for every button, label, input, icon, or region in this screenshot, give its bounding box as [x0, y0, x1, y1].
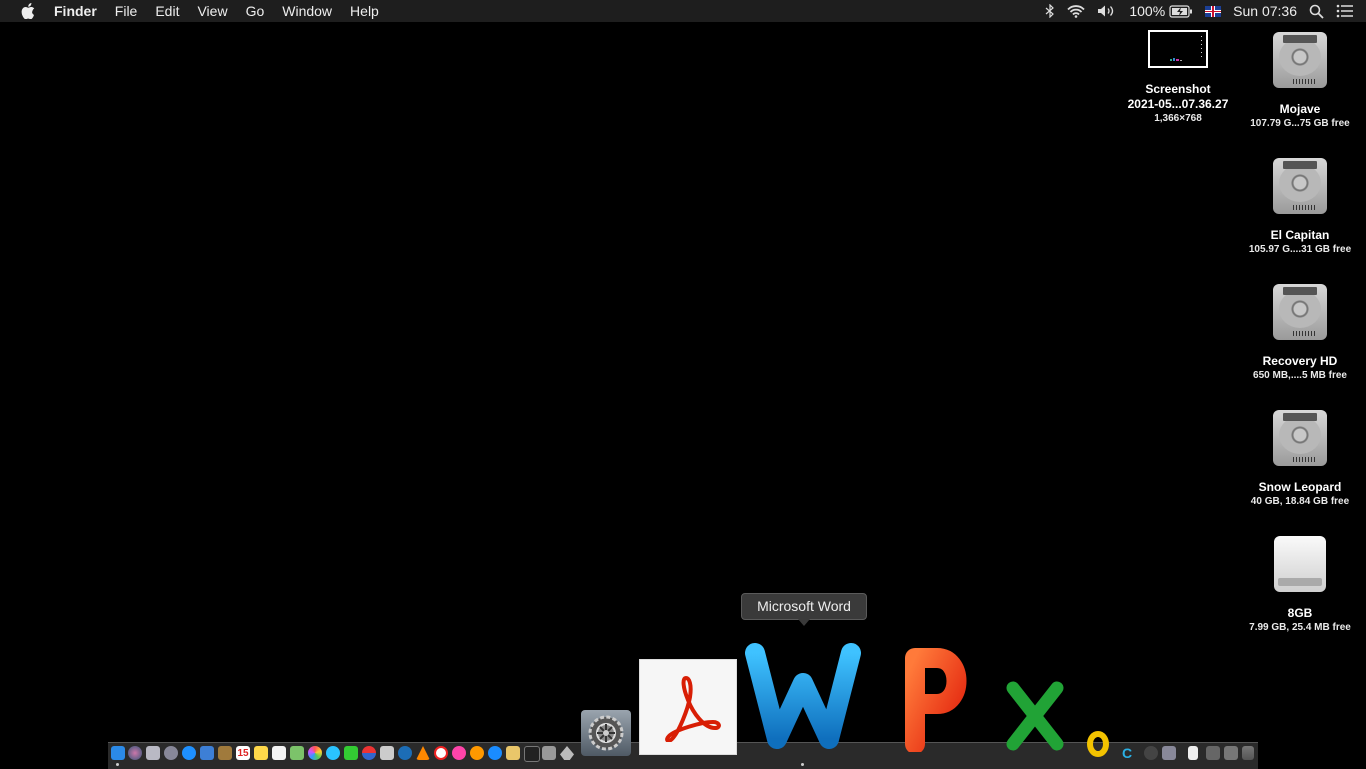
status-area: 100% Sun 07:36 — [1045, 0, 1366, 22]
apple-menu-icon[interactable] — [18, 0, 38, 22]
desktop-icon-label-line2: 2021-05...07.36.27 — [1127, 97, 1229, 111]
dock-tooltip: Microsoft Word — [741, 593, 867, 626]
desktop-icon-info: 650 MB,....5 MB free — [1253, 370, 1347, 381]
notification-center-icon[interactable] — [1336, 4, 1354, 18]
hard-drive-icon — [1273, 410, 1327, 466]
photo-booth-icon[interactable] — [362, 746, 376, 760]
mail-icon[interactable] — [200, 746, 214, 760]
desktop-icon-8gb[interactable]: 8GB 7.99 GB, 25.4 MB free — [1240, 536, 1360, 634]
finder-icon[interactable] — [111, 746, 125, 760]
microsoft-outlook-icon[interactable] — [1084, 730, 1112, 758]
archive-utility-icon[interactable] — [506, 746, 520, 760]
desktop-icon-snow-leopard[interactable]: Snow Leopard 40 GB, 18.84 GB free — [1240, 410, 1360, 508]
quicktime-icon[interactable] — [1144, 746, 1158, 760]
desktop-icon-info: 40 GB, 18.84 GB free — [1250, 496, 1350, 507]
hard-drive-icon — [1273, 158, 1327, 214]
system-preferences-icon[interactable] — [581, 710, 631, 756]
activity-monitor-icon[interactable] — [542, 746, 556, 760]
messages-icon[interactable] — [326, 746, 340, 760]
launchpad-rocket-icon[interactable] — [164, 746, 178, 760]
contacts-icon[interactable] — [218, 746, 232, 760]
document-icon[interactable] — [1188, 746, 1198, 760]
desktop-icon-info: 105.97 G....31 GB free — [1248, 244, 1352, 255]
c-app-icon[interactable]: C — [1120, 745, 1134, 761]
desktop-icon-label: Screenshot — [1145, 82, 1211, 96]
screenshot-stack-icon[interactable] — [1206, 746, 1220, 760]
input-source-flag-icon[interactable] — [1205, 5, 1222, 17]
desktop-icon-el-capitan[interactable]: El Capitan 105.97 G....31 GB free — [1240, 158, 1360, 256]
image-capture-icon[interactable] — [1162, 746, 1176, 760]
calendar-icon[interactable]: 15 — [236, 746, 250, 760]
imovie-icon[interactable] — [380, 746, 394, 760]
microsoft-powerpoint-icon[interactable] — [893, 646, 973, 752]
desktop-icon-label: El Capitan — [1270, 228, 1330, 242]
maps-icon[interactable] — [290, 746, 304, 760]
facetime-icon[interactable] — [344, 746, 358, 760]
desktop-icon-info: 1,366×768 — [1154, 113, 1202, 124]
screenshot-thumbnail-icon — [1148, 30, 1208, 68]
hard-drive-icon — [1273, 32, 1327, 88]
desktop-icon-label: Snow Leopard — [1258, 480, 1342, 494]
desktop-icon-mojave[interactable]: Mojave 107.79 G...75 GB free — [1240, 32, 1360, 130]
menu-view[interactable]: View — [188, 0, 236, 22]
photos-icon[interactable] — [308, 746, 322, 760]
menu-edit[interactable]: Edit — [146, 0, 188, 22]
reminders-icon[interactable] — [272, 746, 286, 760]
menu-window[interactable]: Window — [273, 0, 341, 22]
desktop-icon-info: 7.99 GB, 25.4 MB free — [1249, 622, 1351, 633]
menu-bar: Finder File Edit View Go Window Help 100… — [0, 0, 1366, 22]
microsoft-excel-icon[interactable] — [1003, 680, 1067, 752]
spotlight-search-icon[interactable] — [1309, 4, 1324, 19]
microsoft-word-icon[interactable] — [745, 643, 861, 749]
desktop-icon-label: Mojave — [1279, 102, 1321, 116]
wifi-icon[interactable] — [1067, 4, 1085, 18]
clock[interactable]: Sun 07:36 — [1233, 3, 1297, 19]
running-indicator — [116, 763, 119, 766]
adobe-acrobat-icon[interactable] — [639, 659, 737, 755]
running-indicator — [801, 763, 804, 766]
desktop-icon-recovery-hd[interactable]: Recovery HD 650 MB,....5 MB free — [1240, 284, 1360, 382]
notes-icon[interactable] — [254, 746, 268, 760]
desktop-icon-info: 107.79 G...75 GB free — [1250, 118, 1350, 129]
battery-icon[interactable] — [1169, 4, 1193, 18]
blocker-icon[interactable] — [434, 746, 448, 760]
itunes-icon[interactable] — [452, 746, 466, 760]
desktop-icon-screenshot[interactable]: Screenshot 2021-05...07.36.27 1,366×768 — [1118, 30, 1238, 125]
volume-icon[interactable] — [1097, 4, 1117, 18]
menu-finder[interactable]: Finder — [45, 0, 106, 22]
siri-icon[interactable] — [128, 746, 142, 760]
menu-go[interactable]: Go — [237, 0, 274, 22]
bluetooth-icon[interactable] — [1045, 4, 1055, 18]
desktop-icon-label: 8GB — [1287, 606, 1313, 620]
books-icon[interactable] — [470, 746, 484, 760]
battery-percent: 100% — [1129, 3, 1166, 19]
hard-drive-icon — [1273, 284, 1327, 340]
edge-browser-icon[interactable] — [398, 746, 412, 760]
downloads-stack-icon[interactable] — [1224, 746, 1238, 760]
external-drive-icon — [1274, 536, 1326, 592]
trash-icon[interactable] — [1242, 746, 1254, 760]
safari-icon[interactable] — [182, 746, 196, 760]
desktop-icon-label: Recovery HD — [1262, 354, 1338, 368]
menu-file[interactable]: File — [106, 0, 147, 22]
app-store-icon[interactable] — [488, 746, 502, 760]
terminal-icon[interactable] — [524, 746, 540, 762]
launchpad-icon[interactable] — [146, 746, 160, 760]
menu-help[interactable]: Help — [341, 0, 388, 22]
